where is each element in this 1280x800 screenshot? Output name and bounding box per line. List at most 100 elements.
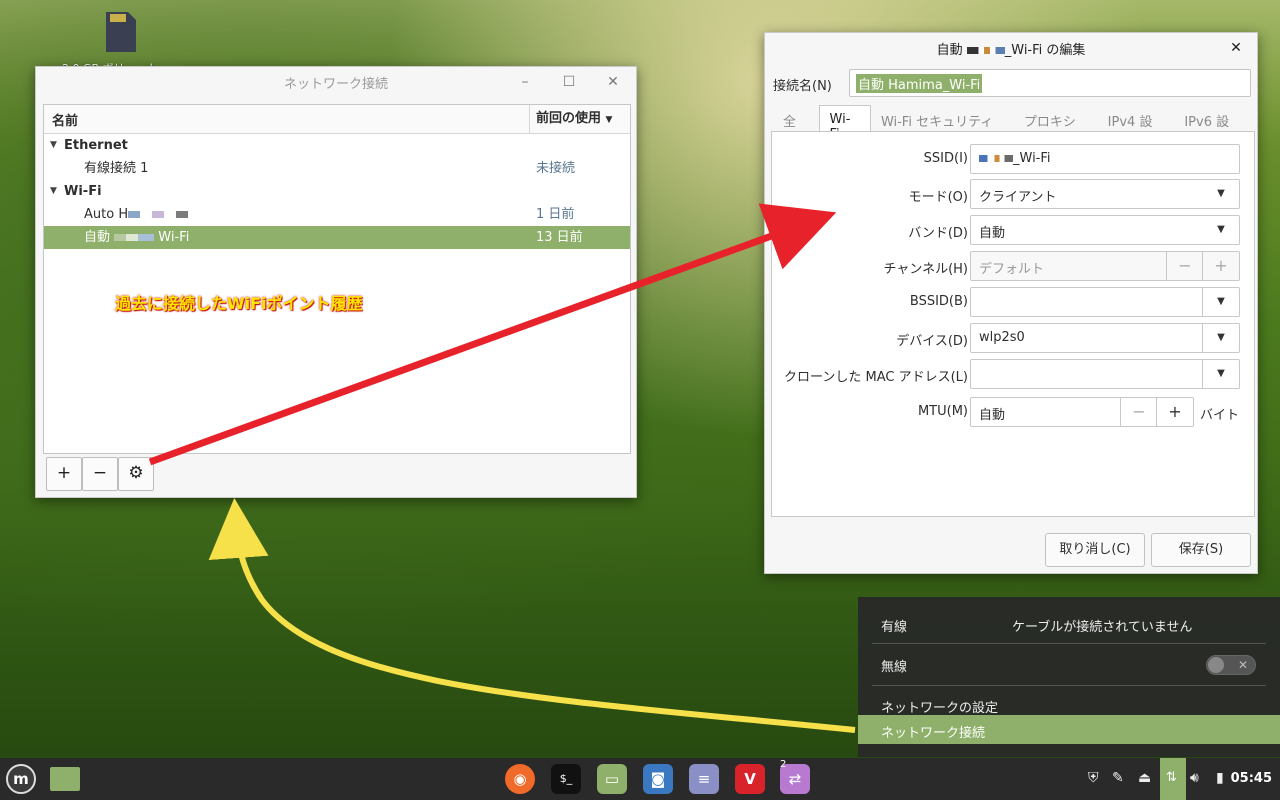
- annotation-label: 過去に接続したWiFiポイント履歴: [115, 294, 363, 313]
- taskbar: m ◉ $_ ▭ ◙ ≡ V ⇄ 2 ⛨ ✎ ⏏ ⇅ 🔊︎ ▮ 05:45: [0, 758, 1280, 800]
- mint-menu-icon[interactable]: m: [6, 764, 36, 794]
- menu-item-label: ネットワークの設定: [881, 701, 999, 716]
- titlebar[interactable]: 自動 _Wi-Fi の編集 ✕: [765, 33, 1257, 63]
- vivaldi-icon[interactable]: V: [735, 764, 765, 794]
- maximize-button[interactable]: ☐: [558, 72, 580, 92]
- eject-icon[interactable]: ⏏: [1138, 770, 1151, 786]
- firefox-icon[interactable]: ◉: [505, 764, 535, 794]
- group-label: Wi-Fi: [64, 184, 102, 199]
- bssid-combo[interactable]: ▼: [970, 287, 1240, 317]
- ssid-value: _Wi-Fi: [1013, 151, 1051, 166]
- mtu-label: MTU(M): [917, 404, 968, 419]
- menu-item-label: ネットワーク接続: [881, 726, 986, 741]
- tab-wifi[interactable]: Wi-Fi: [818, 105, 871, 142]
- connection-name: 自動: [84, 230, 111, 245]
- chevron-down-icon[interactable]: ▼: [1202, 324, 1239, 352]
- screenshot-icon[interactable]: ◙: [643, 764, 673, 794]
- expander-down-icon[interactable]: ▼: [50, 180, 64, 203]
- expander-down-icon[interactable]: ▼: [50, 134, 64, 157]
- device-row: デバイス(D) wlp2s0 ▼: [772, 323, 1254, 353]
- group-wifi[interactable]: ▼ Wi-Fi: [44, 180, 630, 203]
- connection-name-cell: Auto H: [84, 203, 536, 226]
- mtu-value: 自動: [979, 408, 1006, 423]
- text-editor-icon[interactable]: ≡: [689, 764, 719, 794]
- plus-icon[interactable]: +: [1156, 398, 1193, 426]
- list-toolbar: + − ⚙: [43, 453, 629, 491]
- connection-name-cell: 自動 Wi-Fi: [84, 226, 536, 249]
- group-label: Ethernet: [64, 138, 128, 153]
- minus-icon[interactable]: −: [1120, 398, 1157, 426]
- redacted-text: [979, 155, 1013, 162]
- minimize-button[interactable]: –: [514, 72, 536, 92]
- sort-chevron-icon: ▼: [605, 115, 613, 125]
- list-header: 名前 前回の使用 ▼: [44, 105, 630, 134]
- ssid-input[interactable]: _Wi-Fi: [970, 144, 1240, 174]
- tab-wifi-security[interactable]: Wi-Fi セキュリティー: [871, 105, 1014, 149]
- connection-name-input[interactable]: 自動 Hamima_Wi-Fi: [849, 69, 1251, 97]
- tab-ipv4[interactable]: IPv4 設定: [1098, 105, 1175, 149]
- connection-name-value: 自動 Hamima_Wi-Fi: [856, 74, 983, 93]
- redacted-text: [128, 211, 189, 218]
- chevron-down-icon[interactable]: ▼: [1202, 360, 1239, 388]
- ssid-label: SSID(I): [923, 151, 968, 166]
- device-combo[interactable]: wlp2s0 ▼: [970, 323, 1240, 353]
- list-item-selected[interactable]: 自動 Wi-Fi 13 日前: [44, 226, 630, 249]
- wireless-toggle[interactable]: ✕: [1206, 655, 1256, 675]
- network-icon: ⇅: [1166, 770, 1177, 785]
- chevron-down-icon: ▼: [1217, 188, 1225, 199]
- notes-icon[interactable]: ✎: [1112, 770, 1124, 786]
- band-row: バンド(D) 自動 ▼: [772, 215, 1254, 245]
- wireless-label: 無線: [881, 660, 908, 675]
- battery-icon[interactable]: ▮: [1216, 770, 1224, 786]
- channel-label: チャンネル(H): [883, 262, 968, 277]
- mode-value: クライアント: [979, 190, 1057, 205]
- window-count-badge: 2: [780, 759, 787, 770]
- ssid-value-cell: _Wi-Fi: [979, 151, 1051, 166]
- network-tray-icon[interactable]: ⇅: [1160, 758, 1186, 800]
- remove-connection-button[interactable]: −: [82, 457, 118, 491]
- gear-icon: ⚙: [128, 463, 144, 483]
- redacted-text: [114, 234, 155, 241]
- band-select[interactable]: 自動 ▼: [970, 215, 1240, 245]
- shield-icon[interactable]: ⛨: [1088, 770, 1099, 786]
- sd-card-icon[interactable]: [100, 10, 140, 54]
- connection-name: Auto H: [84, 207, 129, 222]
- save-button[interactable]: 保存(S): [1151, 533, 1251, 567]
- list-item[interactable]: 有線接続 1 未接続: [44, 157, 630, 180]
- clock[interactable]: 05:45: [1231, 771, 1272, 786]
- mtu-row: MTU(M) 自動 − + バイト: [772, 397, 1254, 427]
- column-name[interactable]: 名前: [44, 110, 529, 129]
- minus-icon[interactable]: −: [1166, 252, 1203, 280]
- cloned-mac-combo[interactable]: ▼: [970, 359, 1240, 389]
- files-icon[interactable]: ▭: [597, 764, 627, 794]
- tab-ipv6[interactable]: IPv6 設定: [1174, 105, 1251, 149]
- wired-label: 有線: [881, 620, 908, 635]
- tab-general[interactable]: 全般: [773, 105, 819, 149]
- close-button[interactable]: ✕: [1225, 38, 1247, 58]
- add-connection-button[interactable]: +: [46, 457, 82, 491]
- group-ethernet[interactable]: ▼ Ethernet: [44, 134, 630, 157]
- terminal-icon[interactable]: $_: [551, 764, 581, 794]
- device-label: デバイス(D): [896, 334, 968, 349]
- dialog-title: 自動 _Wi-Fi の編集: [937, 39, 1086, 58]
- close-button[interactable]: ✕: [602, 72, 624, 92]
- mtu-unit-label: バイト: [1200, 408, 1240, 423]
- volume-icon[interactable]: 🔊︎: [1190, 770, 1199, 786]
- mode-select[interactable]: クライアント ▼: [970, 179, 1240, 209]
- tab-proxy[interactable]: プロキシー: [1014, 105, 1098, 149]
- connection-name-row: 接続名(N) 自動 Hamima_Wi-Fi: [773, 69, 1251, 97]
- mode-label: モード(O): [908, 190, 968, 205]
- connection-name-label: 接続名(N): [773, 79, 832, 94]
- titlebar[interactable]: ネットワーク接続 – ☐ ✕: [36, 67, 636, 97]
- channel-spinner[interactable]: デフォルト − +: [970, 251, 1240, 281]
- edit-connection-button[interactable]: ⚙: [118, 457, 154, 491]
- wired-row: 有線 ケーブルが接続されていません: [858, 604, 1280, 644]
- list-item[interactable]: Auto H 1 日前: [44, 203, 630, 226]
- column-last-used[interactable]: 前回の使用 ▼: [529, 105, 630, 133]
- mtu-spinner[interactable]: 自動 − +: [970, 397, 1194, 427]
- show-desktop-icon[interactable]: [50, 767, 80, 791]
- plus-icon[interactable]: +: [1202, 252, 1239, 280]
- cancel-button[interactable]: 取り消し(C): [1045, 533, 1145, 567]
- network-connections-item[interactable]: ネットワーク接続: [858, 715, 1280, 744]
- chevron-down-icon[interactable]: ▼: [1202, 288, 1239, 316]
